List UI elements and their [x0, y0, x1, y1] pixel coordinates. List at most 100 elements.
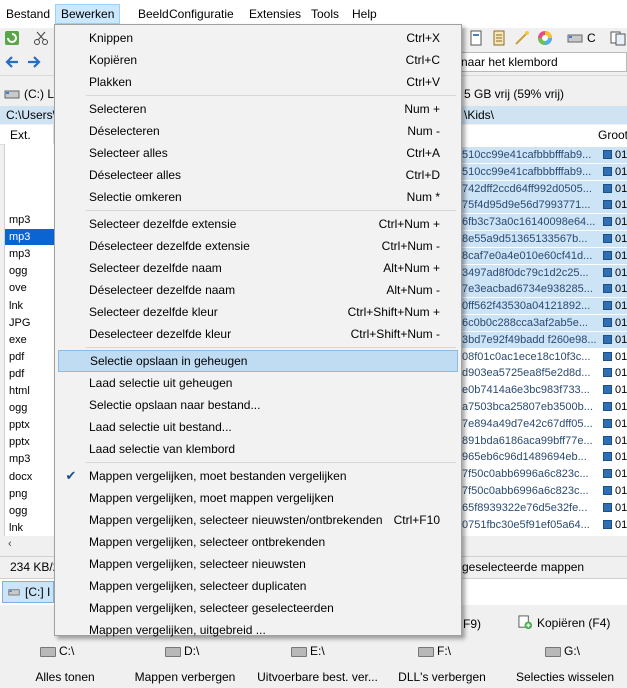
scroll-left-icon[interactable]: ‹: [8, 538, 12, 550]
right-file-row[interactable]: 75f4d95d9e56d7993771... 01: [462, 197, 627, 214]
menu-item-selectie-omkeren[interactable]: Selectie omkeren Num *: [58, 186, 458, 208]
menu-help[interactable]: Help: [347, 5, 382, 23]
right-file-row[interactable]: 891bda6186aca99bff77e... 01: [462, 433, 627, 449]
left-file-row[interactable]: pptx: [5, 434, 55, 450]
left-file-row[interactable]: mp3: [5, 451, 55, 467]
left-file-row[interactable]: exe: [5, 332, 55, 348]
right-file-row[interactable]: 3bd7e92f49badd f260e98... 01: [462, 331, 627, 348]
menu-item-mappen-vergelijken-selecteer-nieuwsten[interactable]: Mappen vergelijken, selecteer nieuwsten: [58, 553, 458, 575]
left-file-row[interactable]: docx: [5, 469, 55, 485]
drive-icon[interactable]: [567, 30, 583, 46]
left-file-row[interactable]: png: [5, 486, 55, 502]
left-file-row[interactable]: ogg: [5, 503, 55, 519]
notepad-icon[interactable]: [491, 30, 507, 46]
menu-item-selectie-opslaan-in-geheugen[interactable]: Selectie opslaan in geheugen: [58, 350, 458, 372]
menu-extensies[interactable]: Extensies: [244, 5, 306, 23]
right-file-row[interactable]: a7503bca25807eb3500b... 01: [462, 399, 627, 415]
left-file-row[interactable]: html: [5, 383, 55, 399]
menu-item-laad-selectie-uit-bestand[interactable]: Laad selectie uit bestand...: [58, 416, 458, 438]
tab-c-drive[interactable]: [C:] I: [2, 581, 54, 603]
drive-d-button[interactable]: D:\: [165, 644, 199, 658]
left-drive-label[interactable]: (C:) L: [24, 87, 54, 101]
drive-g-button[interactable]: G:\: [545, 644, 580, 658]
left-file-row[interactable]: pdf: [5, 366, 55, 382]
right-file-list[interactable]: 510cc99e41cafbbbfffab9... 01 510cc99e41caf…: [462, 144, 627, 536]
right-file-row[interactable]: 7f50c0abb6996a6c823c... 01: [462, 466, 627, 482]
right-file-row[interactable]: 8e55a9d51365133567b... 01: [462, 231, 627, 247]
right-file-row[interactable]: 7e894a49d7e42c67dff05... 01: [462, 416, 627, 432]
drive-c-button[interactable]: C:\: [40, 644, 74, 658]
menu-item-deselecteer-alles[interactable]: Déselecteer alles Ctrl+D: [58, 164, 458, 186]
menu-item-selectie-opslaan-naar-bestand[interactable]: Selectie opslaan naar bestand...: [58, 394, 458, 416]
right-file-row[interactable]: 3497ad8f0dc79c1d2c25... 01: [462, 264, 627, 281]
right-file-row[interactable]: 08f01c0ac1ece18c10f3c... 01: [462, 349, 627, 365]
right-file-row[interactable]: 510cc99e41cafbbbfffab9... 01: [462, 163, 627, 180]
refresh-icon[interactable]: [4, 30, 20, 46]
menu-item-mappen-vergelijken-uitgebreid[interactable]: Mappen vergelijken, uitgebreid ...: [58, 619, 458, 641]
right-file-row[interactable]: 0ff562f43530a04121892... 01: [462, 298, 627, 315]
right-file-row[interactable]: 6c0b0c288cca3af2ab5e... 01: [462, 315, 627, 331]
show-all-button[interactable]: Alles tonen: [10, 670, 120, 684]
hide-folders-button[interactable]: Mappen verbergen: [130, 670, 240, 684]
drive-e-button[interactable]: E:\: [291, 644, 325, 658]
menu-item-mappen-vergelijken-moet-bestanden-vergelijken[interactable]: ✔ Mappen vergelijken, moet bestanden verg…: [58, 465, 458, 487]
back-arrow-icon[interactable]: [4, 54, 20, 70]
left-file-row[interactable]: mp3: [5, 212, 55, 228]
size-column-header[interactable]: Groott: [598, 128, 627, 142]
left-file-row[interactable]: pdf: [5, 349, 55, 365]
left-file-row[interactable]: ogg: [5, 400, 55, 416]
right-file-row[interactable]: d903ea5725ea8f5e2d8d... 01: [462, 365, 627, 381]
copy-files-icon[interactable]: [610, 30, 626, 46]
left-file-row[interactable]: pptx: [5, 417, 55, 433]
menu-item-deselecteer-dezelfde-extensie[interactable]: Déselecteer dezelfde extensie Ctrl+Num -: [58, 235, 458, 257]
left-file-row[interactable]: lnk: [5, 298, 55, 314]
menu-item-deselecteren[interactable]: Déselecteren Num -: [58, 120, 458, 142]
menu-item-laad-selectie-uit-geheugen[interactable]: Laad selectie uit geheugen: [58, 372, 458, 394]
menu-item-mappen-vergelijken-selecteer-ontbrekenden[interactable]: Mappen vergelijken, selecteer ontbrekend…: [58, 531, 458, 553]
menu-item-mappen-vergelijken-selecteer-nieuwsten-ontbrekenden[interactable]: Mappen vergelijken, selecteer nieuwsten/…: [58, 509, 458, 531]
document-icon[interactable]: [468, 30, 484, 46]
menu-item-plakken[interactable]: Plakken Ctrl+V: [58, 71, 458, 93]
menu-bestand[interactable]: Bestand: [1, 5, 55, 23]
f9-button[interactable]: F9): [463, 617, 481, 631]
menu-item-selecteren[interactable]: Selecteren Num +: [58, 98, 458, 120]
left-file-row[interactable]: lnk: [5, 520, 55, 536]
right-file-row[interactable]: 965eb6c96d1489694eb... 01: [462, 449, 627, 465]
menu-item-selecteer-dezelfde-naam[interactable]: Selecteer dezelfde naam Alt+Num +: [58, 257, 458, 279]
menu-item-kopieren[interactable]: Kopiëren Ctrl+C: [58, 49, 458, 71]
color-wheel-icon[interactable]: [537, 30, 553, 46]
menu-item-selecteer-alles[interactable]: Selecteer alles Ctrl+A: [58, 142, 458, 164]
right-file-row[interactable]: 742dff2ccd64ff992d0505... 01: [462, 180, 627, 197]
right-file-row[interactable]: 8caf7e0a4e010e60cf41d... 01: [462, 247, 627, 264]
right-file-row[interactable]: 65f8939322e76d5e32fe... 01: [462, 500, 627, 516]
menu-item-deselecteer-dezelfde-naam[interactable]: Déselecteer dezelfde naam Alt+Num -: [58, 279, 458, 301]
menu-configuratie[interactable]: Configuratie: [164, 5, 239, 23]
left-file-row[interactable]: mp3: [5, 229, 55, 246]
left-file-row[interactable]: ogg: [5, 263, 55, 279]
right-file-row[interactable]: 510cc99e41cafbbbfffab9... 01: [462, 147, 627, 163]
right-file-row[interactable]: 7f50c0abb6996a6c823c... 01: [462, 483, 627, 499]
swap-selections-button[interactable]: Selecties wisselen: [507, 670, 623, 684]
menu-item-mappen-vergelijken-selecteer-geselecteerden[interactable]: Mappen vergelijken, selecteer geselectee…: [58, 597, 458, 619]
wand-icon[interactable]: [514, 30, 530, 46]
right-path[interactable]: \Kids\: [464, 108, 494, 122]
left-file-row[interactable]: mp3: [5, 246, 55, 262]
drive-f-button[interactable]: F:\: [418, 644, 451, 658]
scissors-icon[interactable]: [33, 30, 49, 46]
menu-item-selecteer-dezelfde-kleur[interactable]: Selecteer dezelfde kleur Ctrl+Shift+Num +: [58, 301, 458, 323]
left-path[interactable]: C:\Users\: [6, 108, 56, 122]
menu-item-laad-selectie-van-klembord[interactable]: Laad selectie van klembord: [58, 438, 458, 460]
left-file-row[interactable]: JPG: [5, 315, 55, 331]
ext-column-header[interactable]: Ext.: [10, 128, 31, 142]
left-file-row[interactable]: ove: [5, 280, 55, 296]
menu-item-mappen-vergelijken-moet-mappen-vergelijken[interactable]: Mappen vergelijken, moet mappen vergelij…: [58, 487, 458, 509]
right-file-row[interactable]: 0751fbc30e5f91ef05a64... 01: [462, 517, 627, 533]
left-file-list[interactable]: mp3 mp3 mp3 ogg ove lnk JPG exe pdf pdf html ogg ppt…: [4, 144, 55, 536]
menu-bewerken[interactable]: Bewerken: [55, 4, 121, 24]
hide-executables-button[interactable]: Uitvoerbare best. ver...: [255, 670, 380, 684]
menu-item-knippen[interactable]: Knippen Ctrl+X: [58, 27, 458, 49]
forward-arrow-icon[interactable]: [26, 54, 42, 70]
menu-item-mappen-vergelijken-selecteer-duplicaten[interactable]: Mappen vergelijken, selecteer duplicaten: [58, 575, 458, 597]
menu-tools[interactable]: Tools: [306, 5, 344, 23]
right-file-row[interactable]: 6fb3c73a0c16140098e64... 01: [462, 214, 627, 231]
